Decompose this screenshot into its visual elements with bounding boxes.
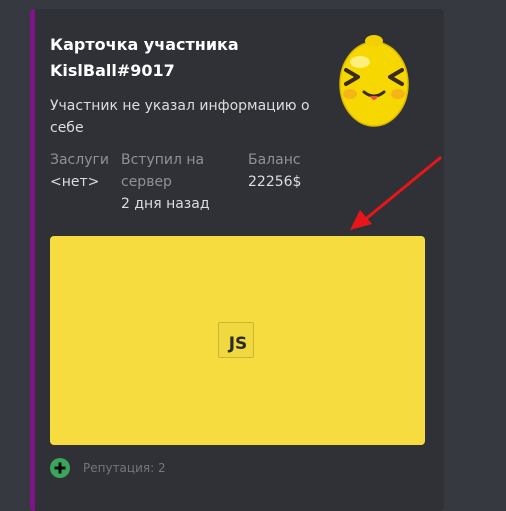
field-value: 22256$ [248, 174, 302, 190]
field-joined: Вступил на сервер 2 дня назад [121, 149, 221, 215]
embed-color-bar [30, 9, 35, 511]
reputation-text: Репутация: 2 [83, 461, 166, 475]
js-icon-label: JS [228, 334, 248, 354]
field-value: 2 дня назад [121, 196, 210, 212]
field-value: <нет> [50, 174, 100, 190]
embed-footer: Репутация: 2 [50, 458, 166, 478]
javascript-file-icon: JS [218, 322, 254, 358]
field-balance: Баланс 22256$ [248, 149, 328, 193]
embed-description: Участник не указал информацию о себе [50, 98, 310, 136]
lemon-emoji-thumbnail[interactable] [334, 28, 414, 132]
field-merits: Заслуги <нет> [50, 149, 114, 193]
field-name: Баланс [248, 152, 301, 168]
red-arrow-annotation [350, 156, 442, 230]
embed-title: Карточка участника KislBall#9017 [50, 35, 239, 80]
embed-image[interactable]: JS [50, 236, 425, 445]
field-name: Вступил на сервер [121, 152, 205, 190]
field-name: Заслуги [50, 152, 109, 168]
plus-circle-icon [50, 458, 70, 478]
